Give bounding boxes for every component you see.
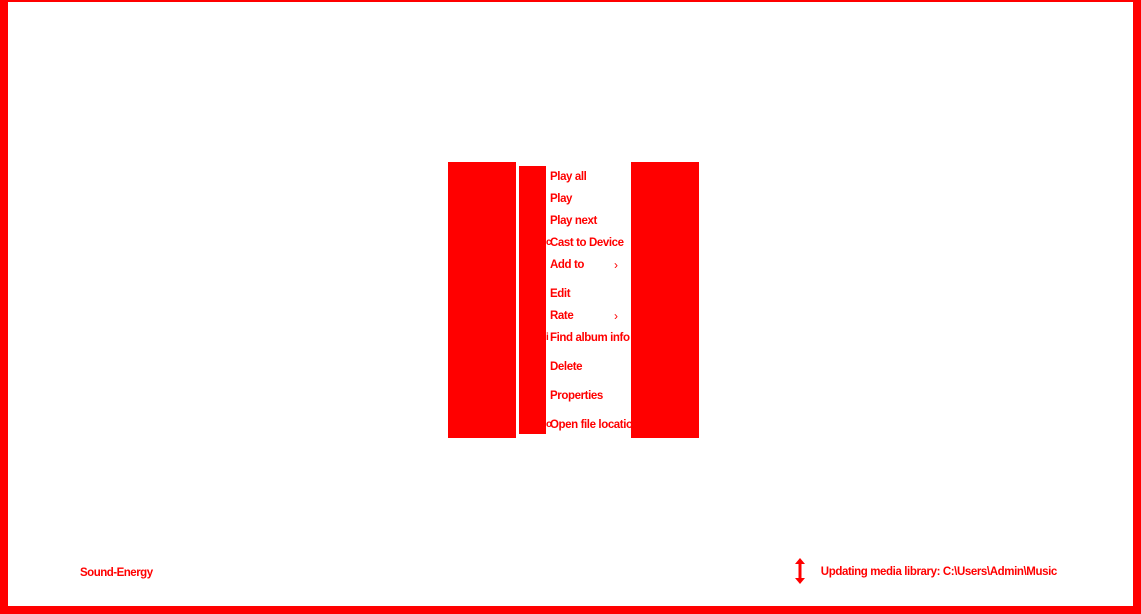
menu-item-delete[interactable]: Delete bbox=[519, 357, 631, 377]
menu-item-label: Add to bbox=[550, 259, 585, 271]
menu-item-label: Find album info bbox=[550, 332, 630, 344]
menu-item-label: Play all bbox=[550, 171, 587, 183]
sync-icon bbox=[793, 558, 807, 586]
menu-item-edit[interactable]: Edit bbox=[519, 284, 631, 304]
menu-item-play[interactable]: Play bbox=[519, 189, 631, 209]
menu-item-play-next[interactable]: Play next bbox=[519, 211, 631, 231]
menu-item-label: Cast to Device bbox=[550, 237, 624, 249]
library-sync-status: Updating media library: C:\Users\Admin\M… bbox=[793, 558, 1057, 586]
menu-item-find-album-info[interactable]: i Find album info bbox=[519, 328, 631, 348]
now-playing-label[interactable]: Sound-Energy bbox=[80, 563, 153, 583]
menu-item-properties[interactable]: Properties bbox=[519, 386, 631, 406]
menu-item-label: Open file location bbox=[550, 419, 640, 431]
menu-item-add-to[interactable]: Add to › bbox=[519, 255, 631, 275]
chevron-right-icon: › bbox=[614, 258, 618, 272]
menu-item-label: Edit bbox=[550, 288, 571, 300]
menu-item-label: Play next bbox=[550, 215, 597, 227]
context-menu: Play all Play Play next c Cast to Device… bbox=[519, 166, 640, 435]
menu-item-label: Delete bbox=[550, 361, 583, 373]
album-art-left bbox=[448, 162, 516, 438]
menu-item-cast-to-device[interactable]: c Cast to Device bbox=[519, 233, 631, 253]
menu-item-rate[interactable]: Rate › bbox=[519, 306, 631, 326]
menu-item-open-file-location[interactable]: o Open file location bbox=[519, 415, 640, 435]
menu-item-label: Play bbox=[550, 193, 573, 205]
chevron-right-icon: › bbox=[614, 309, 618, 323]
sync-status-text: Updating media library: C:\Users\Admin\M… bbox=[820, 566, 1057, 578]
menu-item-label: Rate bbox=[550, 310, 574, 322]
album-art-right bbox=[631, 162, 699, 438]
menu-item-label: Properties bbox=[550, 390, 603, 402]
menu-item-play-all[interactable]: Play all bbox=[519, 167, 631, 187]
